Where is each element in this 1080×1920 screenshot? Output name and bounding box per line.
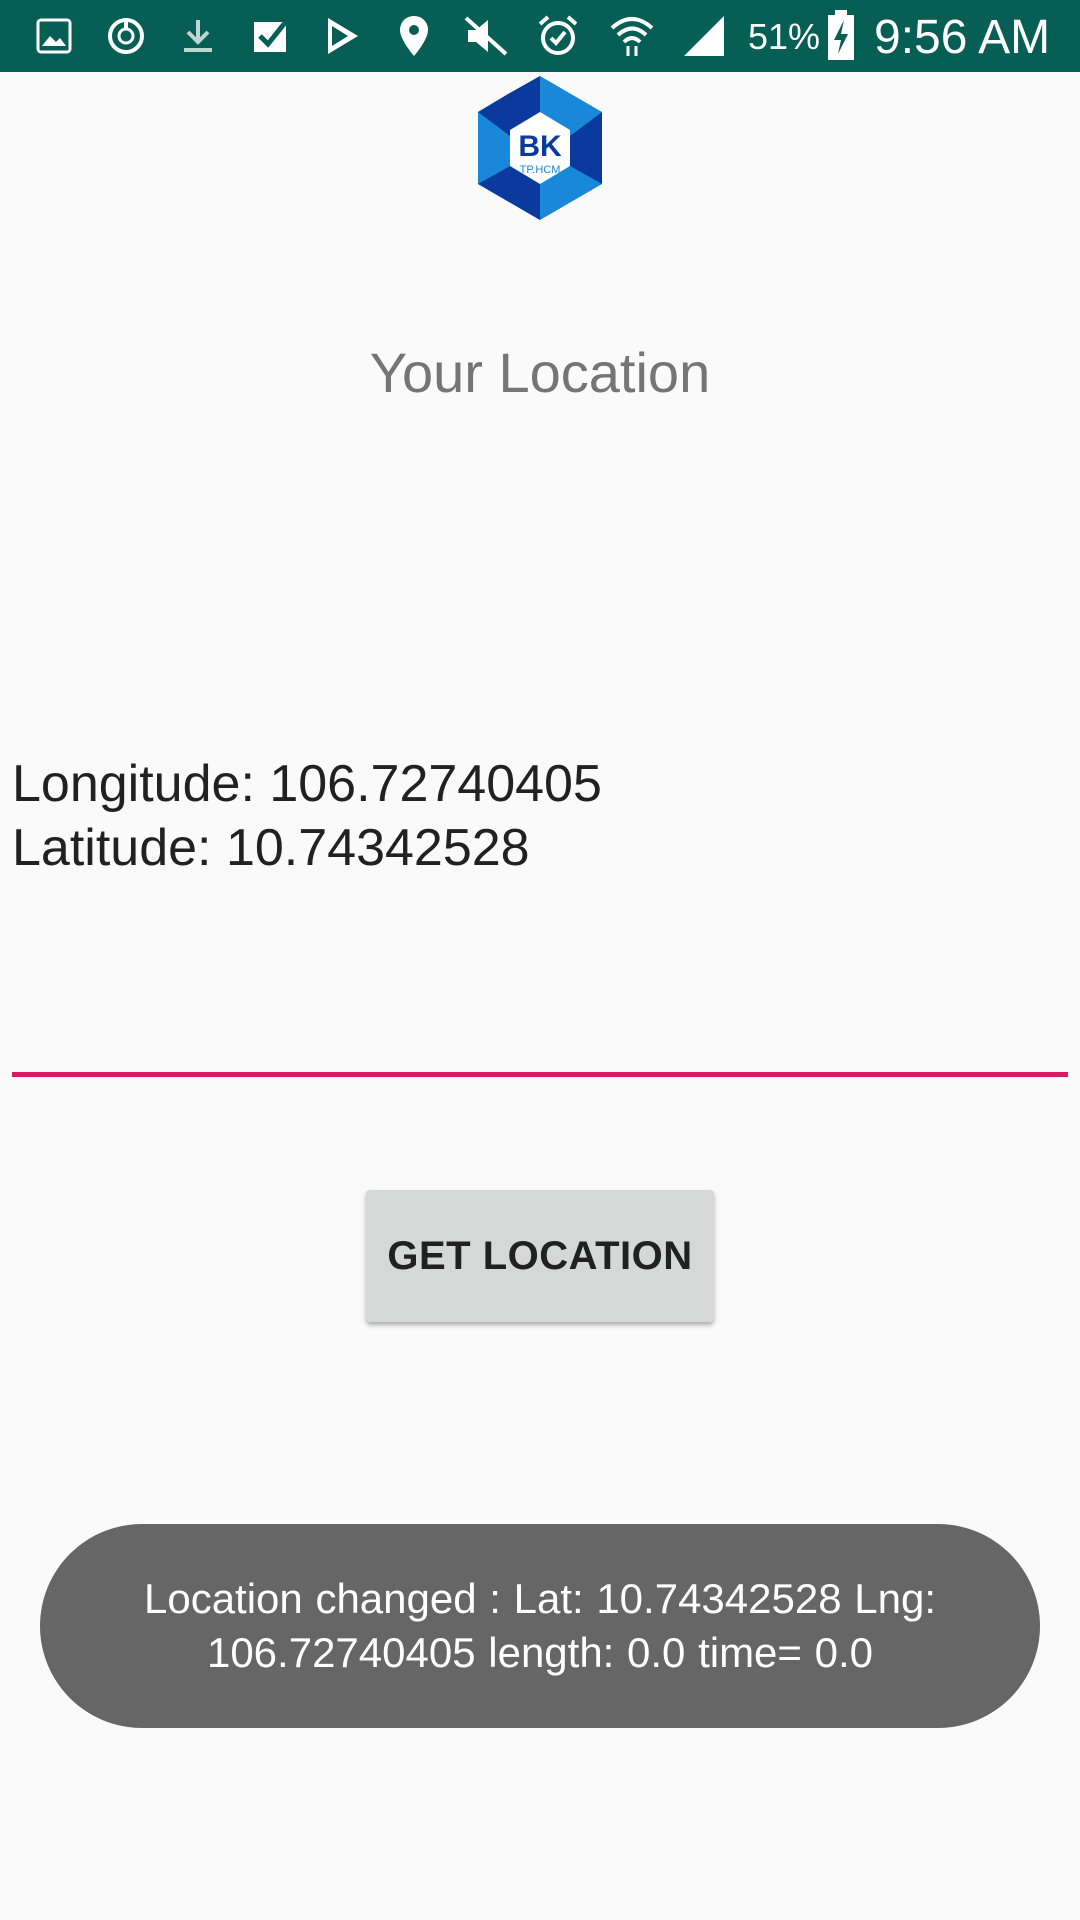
bk-logo: BK TP.HCM	[466, 74, 614, 222]
app-screen: 51% 9:56 AM BK TP.HCM Your Location Long…	[0, 0, 1080, 1920]
location-display: Longitude: 106.72740405 Latitude: 10.743…	[12, 752, 602, 880]
toast-text: Location changed : Lat: 10.74342528 Lng:…	[143, 1575, 936, 1676]
download-icon	[174, 12, 222, 60]
signal-icon	[680, 12, 728, 60]
get-location-button[interactable]: GET LOCATION	[366, 1190, 714, 1322]
wifi-icon	[608, 12, 656, 60]
location-icon	[390, 12, 438, 60]
gallery-icon	[30, 12, 78, 60]
latitude-text: Latitude: 10.74342528	[12, 819, 530, 877]
toast-message: Location changed : Lat: 10.74342528 Lng:…	[40, 1524, 1040, 1728]
check-icon	[246, 12, 294, 60]
mute-icon	[462, 12, 510, 60]
sync-icon	[102, 12, 150, 60]
status-bar: 51% 9:56 AM	[0, 0, 1080, 72]
longitude-text: Longitude: 106.72740405	[12, 755, 602, 813]
status-clock: 9:56 AM	[874, 11, 1051, 64]
play-store-icon	[318, 12, 366, 60]
page-title: Your Location	[369, 341, 711, 404]
battery-charging-icon	[826, 10, 856, 62]
alarm-icon	[534, 12, 582, 60]
battery-percentage: 51%	[748, 16, 821, 57]
text-input-underline[interactable]	[12, 1072, 1068, 1077]
logo-subtext: TP.HCM	[520, 164, 561, 176]
logo-text: BK	[518, 130, 562, 163]
